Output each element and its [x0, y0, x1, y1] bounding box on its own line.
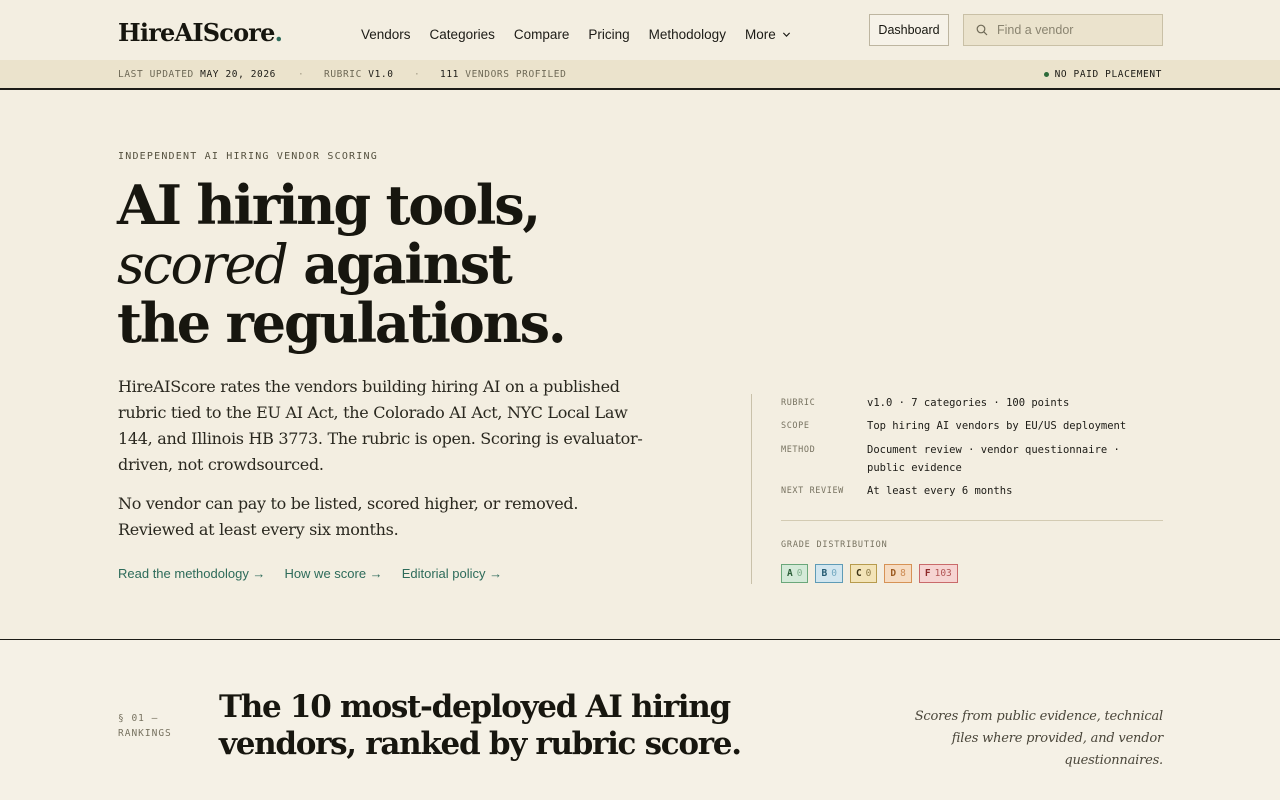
logo-dot: .	[274, 18, 283, 47]
nav-item-pricing[interactable]: Pricing	[588, 27, 629, 42]
vendors-profiled-label: VENDORS PROFILED	[465, 69, 567, 80]
meta-separator: ·	[414, 69, 421, 80]
panel-value: v1.0 · 7 categories · 100 points	[867, 397, 1070, 409]
panel-key: SCOPE	[781, 421, 810, 431]
grade-badge-c[interactable]: C0	[849, 564, 878, 583]
nav-item-categories[interactable]: Categories	[430, 27, 495, 42]
grade-distribution-label: GRADE DISTRIBUTION	[781, 540, 888, 550]
grade-count: 0	[865, 568, 872, 579]
grade-count: 0	[796, 568, 803, 579]
rankings-section: § 01 — RANKINGS The 10 most-deployed AI …	[0, 640, 1280, 800]
grade-badge-a[interactable]: A0	[781, 564, 809, 583]
vendors-count: 111	[440, 69, 459, 80]
hero-lede-secondary: No vendor can pay to be listed, scored h…	[118, 494, 579, 539]
nav-item-more[interactable]: More	[745, 27, 791, 42]
nav-item-vendors[interactable]: Vendors	[361, 27, 411, 42]
last-updated: LAST UPDATED MAY 20, 2026	[118, 69, 276, 80]
status-dot-icon	[1043, 72, 1049, 77]
panel-divider	[781, 520, 1163, 521]
grade-count: 8	[900, 568, 906, 579]
rankings-note: Scores from public evidence, technical f…	[914, 709, 1163, 768]
read-methodology-link[interactable]: Read the methodology →	[118, 566, 265, 581]
search-input[interactable]	[997, 23, 1147, 37]
vendors-profiled: 111 VENDORS PROFILED	[440, 69, 566, 80]
grade-letter: C	[855, 568, 862, 579]
rubric-version-label: RUBRIC	[324, 69, 362, 80]
site-logo[interactable]: HireAIScore.	[118, 18, 283, 47]
nav-item-methodology[interactable]: Methodology	[649, 27, 726, 42]
dashboard-button[interactable]: Dashboard	[869, 14, 949, 46]
no-paid-label: NO PAID PLACEMENT	[1054, 69, 1162, 80]
rubric-version-value: V1.0	[368, 69, 394, 80]
hero-line-3: the regulations.	[117, 291, 567, 355]
hero-eyebrow: INDEPENDENT AI HIRING VENDOR SCORING	[118, 151, 378, 162]
hero-line-2-emphasis: scored	[117, 233, 289, 296]
rubric-panel: RUBRIC v1.0 · 7 categories · 100 points S…	[751, 394, 1163, 584]
panel-value: Document review · vendor questionnaire ·…	[867, 444, 1120, 474]
hero-heading: AI hiring tools, scored against the regu…	[117, 173, 567, 355]
grade-badge-b[interactable]: B0	[815, 564, 843, 583]
panel-key: RUBRIC	[781, 398, 816, 408]
rubric-version: RUBRIC V1.0	[324, 69, 394, 80]
nav-more-label: More	[744, 27, 776, 42]
section-number: § 01 — RANKINGS	[118, 713, 172, 739]
hero-line-2: against	[286, 232, 513, 296]
main-nav: Vendors Categories Compare Pricing Metho…	[361, 27, 791, 42]
vendor-search[interactable]	[963, 14, 1163, 46]
hero-lede: HireAIScore rates the vendors building h…	[118, 377, 643, 474]
grade-badge-f[interactable]: F 103	[918, 564, 958, 583]
grade-count: 0	[831, 568, 837, 579]
grade-letter: B	[821, 568, 828, 579]
meta-separator: ·	[298, 69, 305, 80]
panel-value: Top hiring AI vendors by EU/US deploymen…	[867, 420, 1127, 432]
grade-badge-d[interactable]: D8	[884, 564, 912, 583]
top-bar: HireAIScore. Vendors Categories Compare …	[0, 0, 1280, 60]
last-updated-label: LAST UPDATED	[118, 69, 194, 80]
panel-value: At least every 6 months	[867, 485, 1013, 497]
grade-distribution: A0 B0 C0 D8 F 103	[781, 564, 958, 583]
meta-bar: LAST UPDATED MAY 20, 2026 · RUBRIC V1.0 …	[0, 60, 1280, 90]
rankings-title: The 10 most-deployed AI hiring vendors, …	[219, 689, 742, 762]
last-updated-value: MAY 20, 2026	[200, 69, 277, 80]
grade-letter: F	[924, 568, 931, 579]
grade-letter: A	[787, 568, 793, 579]
grade-count: 103	[934, 568, 952, 579]
nav-item-compare[interactable]: Compare	[514, 27, 570, 42]
chevron-down-icon	[782, 32, 790, 37]
no-paid-placement: NO PAID PLACEMENT	[1043, 69, 1162, 80]
panel-key: METHOD	[781, 445, 816, 455]
logo-text: HireAIScore	[118, 18, 275, 47]
editorial-policy-link[interactable]: Editorial policy →	[402, 566, 502, 581]
hero-line-1: AI hiring tools,	[117, 173, 541, 237]
hero-links: Read the methodology → How we score → Ed…	[118, 566, 502, 581]
search-icon	[976, 24, 988, 36]
panel-key: NEXT REVIEW	[781, 486, 844, 496]
how-we-score-link[interactable]: How we score →	[284, 566, 382, 581]
dashboard-button-label: Dashboard	[878, 23, 940, 37]
grade-letter: D	[890, 568, 897, 579]
